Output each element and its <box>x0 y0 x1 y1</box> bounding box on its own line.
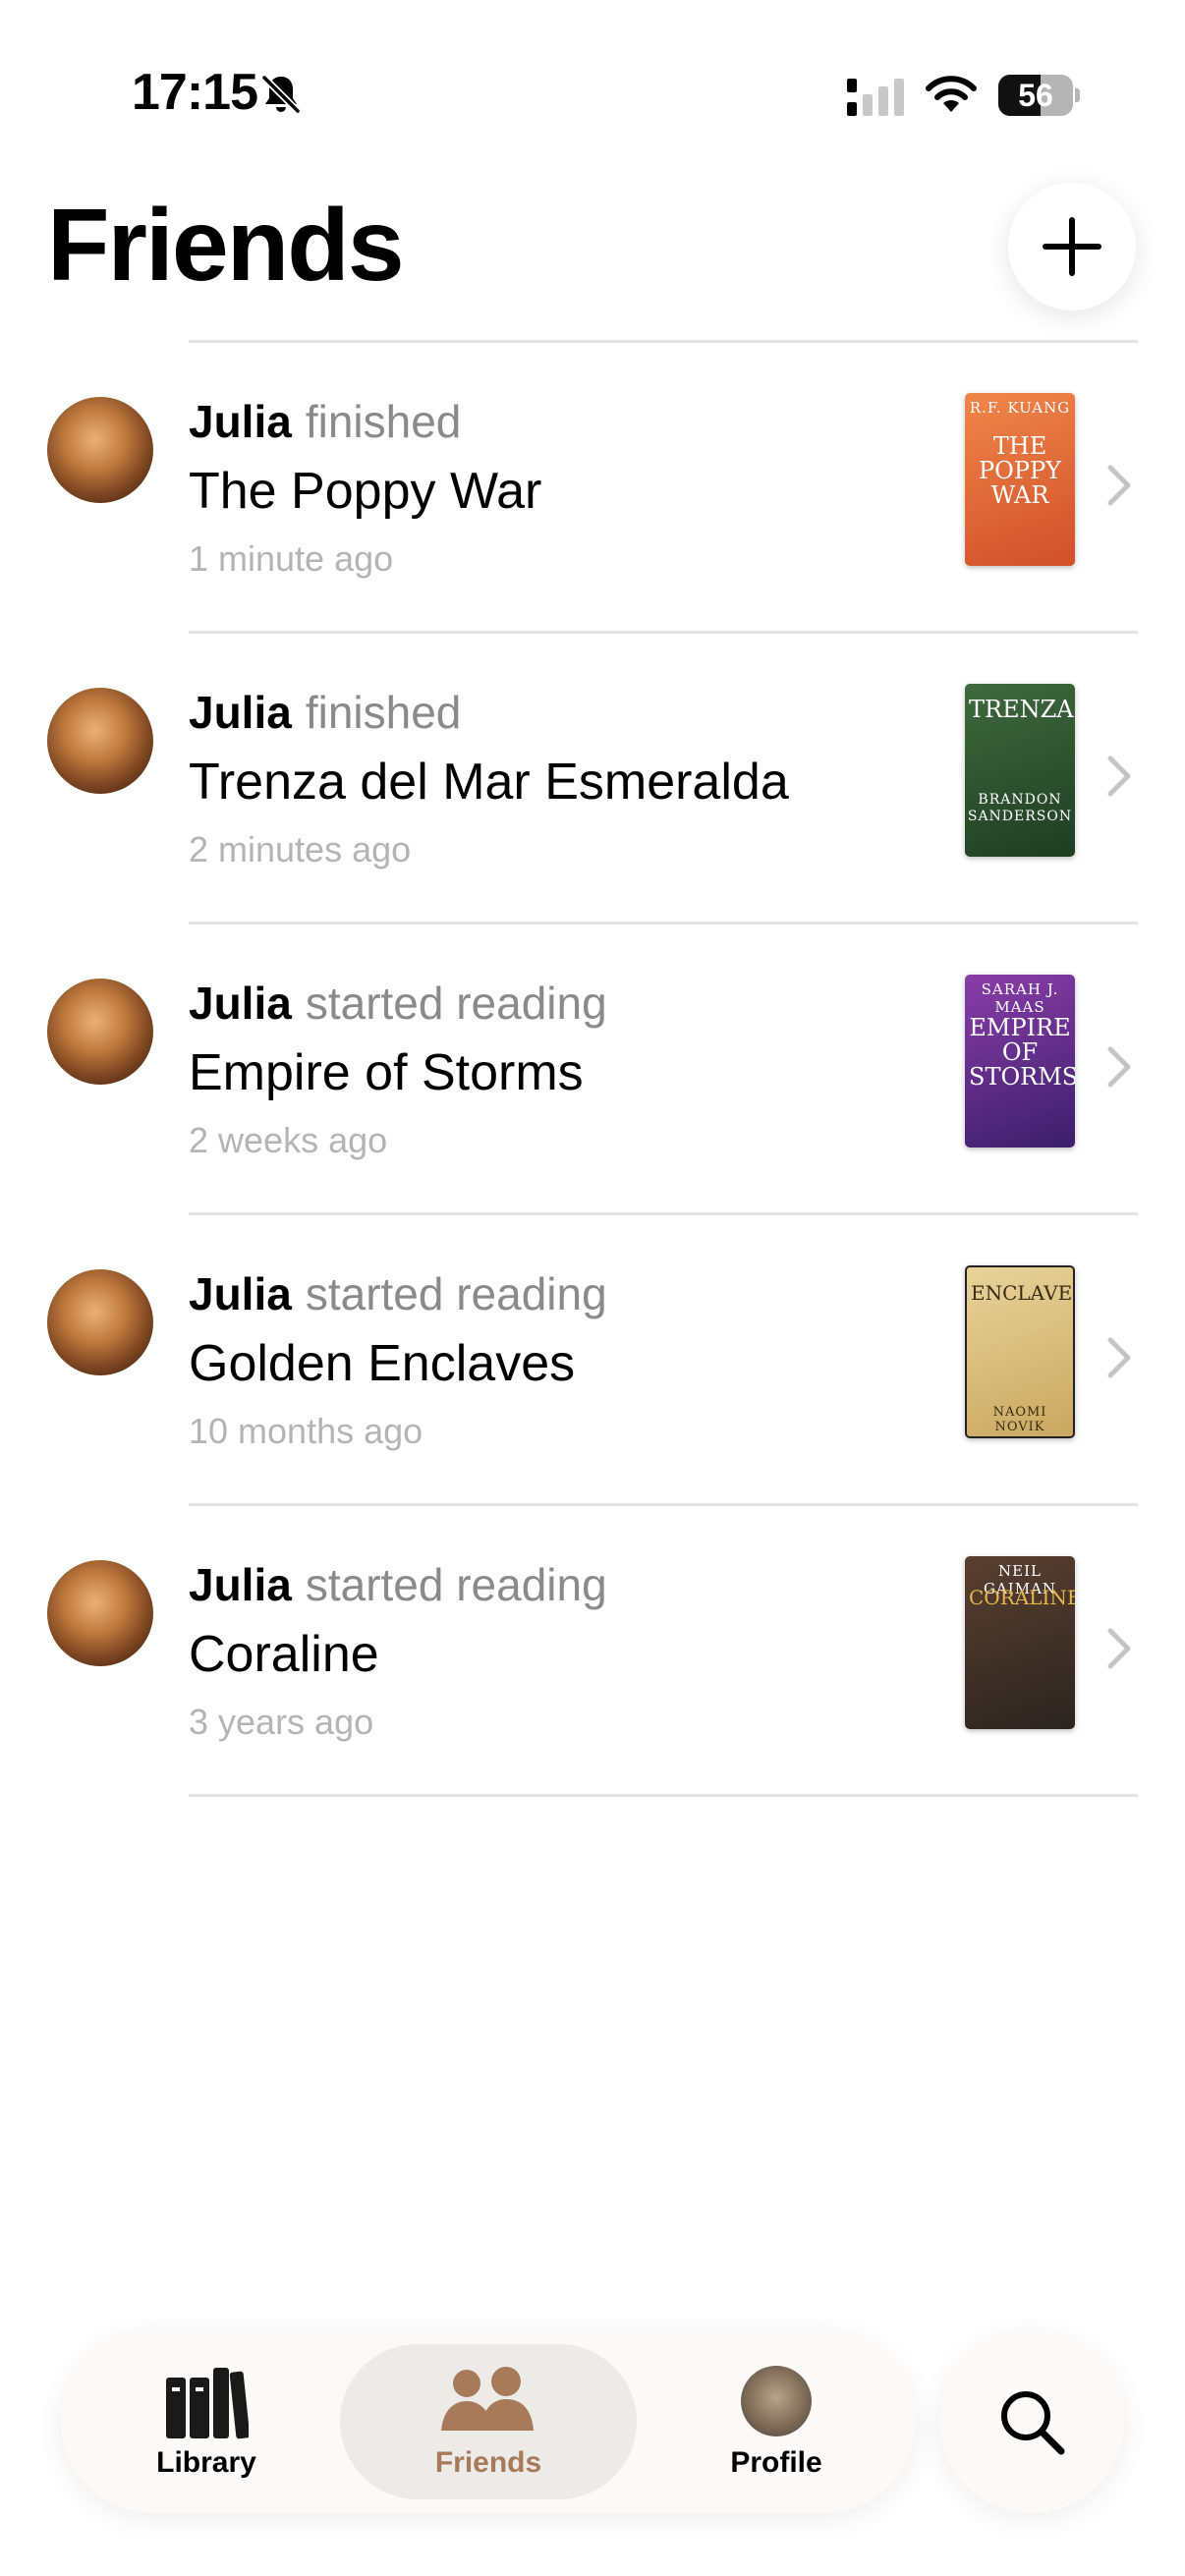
cover-title: THE POPPY WAR <box>979 432 1061 510</box>
book-title: Trenza del Mar Esmeralda <box>189 754 789 811</box>
book-cover[interactable]: ENCLAVES NAOMI NOVIK <box>965 1265 1075 1438</box>
tab-bar: Library Friends Profile <box>61 2330 916 2513</box>
book-title: Golden Enclaves <box>189 1335 576 1392</box>
search-icon <box>1001 2391 1065 2455</box>
people-icon <box>441 2367 534 2431</box>
book-cover[interactable]: R.F. KUANG THE POPPY WAR <box>965 393 1075 566</box>
wifi-icon <box>926 76 977 112</box>
battery-icon: 56 <box>998 75 1080 116</box>
book-title: Coraline <box>189 1626 379 1683</box>
feed-item[interactable]: Julia finished Trenza del Mar Esmeralda 2… <box>0 631 1185 922</box>
status-time: 17:15 <box>132 64 258 121</box>
cover-title: TRENZA <box>969 696 1074 723</box>
friend-avatar[interactable] <box>47 979 153 1085</box>
tab-label: Friends <box>434 2446 542 2479</box>
battery-percent: 56 <box>1018 78 1053 113</box>
friend-name: Julia <box>189 1268 292 1319</box>
tab-label: Library <box>156 2446 256 2479</box>
activity-action: finished <box>305 687 462 738</box>
status-bar: 17:15 56 <box>0 0 1185 147</box>
friend-avatar[interactable] <box>47 397 153 503</box>
divider <box>189 1794 1138 1797</box>
friend-name: Julia <box>189 1559 292 1610</box>
add-friend-button[interactable] <box>1008 183 1136 310</box>
bell-slash-icon <box>261 75 301 114</box>
activity-action: finished <box>305 396 462 447</box>
book-cover[interactable]: NEIL GAIMAN CORALINE <box>965 1556 1075 1729</box>
activity-action: started reading <box>305 1268 607 1319</box>
feed-item[interactable]: Julia finished The Poppy War 1 minute ago… <box>0 340 1185 631</box>
friend-avatar[interactable] <box>47 688 153 794</box>
activity-time: 2 minutes ago <box>189 829 412 869</box>
page-title: Friends <box>47 189 405 303</box>
feed-item[interactable]: Julia started reading Coraline 3 years ag… <box>0 1503 1185 1794</box>
friend-avatar[interactable] <box>47 1269 153 1375</box>
cellular-signal-icon <box>847 79 904 116</box>
chevron-right-icon <box>1107 756 1131 797</box>
activity-time: 10 months ago <box>189 1411 423 1451</box>
chevron-right-icon <box>1107 465 1131 506</box>
cover-title: EMPIRE OF STORMS <box>969 1014 1075 1092</box>
activity-action: started reading <box>305 978 607 1029</box>
chevron-right-icon <box>1107 1337 1131 1378</box>
tab-library[interactable]: Library <box>79 2344 334 2499</box>
cover-author: SARAH J. MAAS <box>981 980 1059 1016</box>
activity-time: 2 weeks ago <box>189 1120 388 1160</box>
book-cover[interactable]: TRENZA BRANDON SANDERSON <box>965 684 1075 857</box>
cover-author: BRANDON SANDERSON <box>967 792 1073 824</box>
chevron-right-icon <box>1107 1046 1131 1088</box>
cover-author: R.F. KUANG <box>969 399 1071 417</box>
cover-author: NAOMI NOVIK <box>992 1405 1047 1434</box>
cover-title: ENCLAVES <box>971 1281 1075 1305</box>
book-cover[interactable]: SARAH J. MAAS EMPIRE OF STORMS <box>965 975 1075 1148</box>
tab-friends[interactable]: Friends <box>340 2344 637 2499</box>
feed-item[interactable]: Julia started reading Golden Enclaves 10 … <box>0 1212 1185 1503</box>
tab-profile[interactable]: Profile <box>649 2344 904 2499</box>
friend-name: Julia <box>189 687 292 738</box>
cover-title: CORALINE <box>969 1586 1075 1609</box>
friend-name: Julia <box>189 396 292 447</box>
activity-time: 1 minute ago <box>189 538 394 579</box>
friend-avatar[interactable] <box>47 1560 153 1666</box>
chevron-right-icon <box>1107 1628 1131 1669</box>
book-title: Empire of Storms <box>189 1044 584 1101</box>
activity-time: 3 years ago <box>189 1702 374 1742</box>
tab-label: Profile <box>730 2446 822 2479</box>
books-icon <box>166 2368 249 2439</box>
feed-item[interactable]: Julia started reading Empire of Storms 2 … <box>0 922 1185 1212</box>
activity-action: started reading <box>305 1559 607 1610</box>
book-title: The Poppy War <box>189 463 542 520</box>
screen: 17:15 56 Friends Julia finished The Popp… <box>0 0 1185 2576</box>
search-button[interactable] <box>939 2330 1124 2513</box>
profile-avatar <box>741 2366 812 2436</box>
plus-icon <box>1043 217 1101 276</box>
friend-name: Julia <box>189 978 292 1029</box>
